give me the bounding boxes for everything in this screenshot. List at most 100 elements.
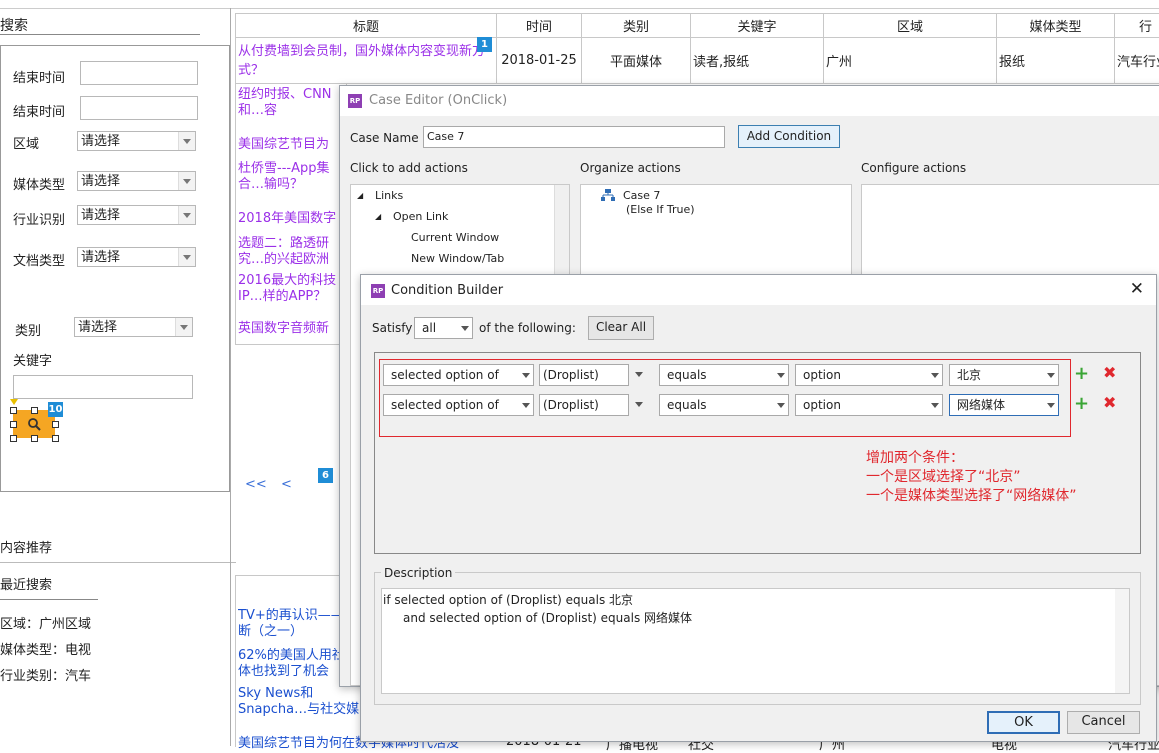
pager-prev[interactable]: < xyxy=(281,477,292,492)
condition-field-select[interactable]: selected option of xyxy=(383,394,534,416)
industry-cell: 汽车行业 xyxy=(1115,38,1159,84)
selection-handle[interactable] xyxy=(52,435,59,442)
recent-search-title: 最近搜索 xyxy=(0,574,52,593)
article-title-link[interactable]: Sky News和Snapcha…与社交媒体更好共生 xyxy=(238,686,360,718)
delete-condition-icon[interactable]: ✖ xyxy=(1103,363,1116,382)
condition-builder-title: Condition Builder xyxy=(391,283,503,298)
column-header[interactable]: 标题 xyxy=(236,14,497,38)
recent-title-underline xyxy=(0,599,98,600)
cancel-button[interactable]: Cancel xyxy=(1067,711,1140,734)
case-tree-icon xyxy=(601,189,615,201)
column-header[interactable]: 行 xyxy=(1115,14,1159,38)
region-label: 区域 xyxy=(13,133,39,152)
doc-type-select[interactable]: 请选择 xyxy=(77,247,196,267)
anchor-marker-icon xyxy=(10,399,18,405)
selection-handle[interactable] xyxy=(10,435,17,442)
condition-operator-select[interactable]: equals xyxy=(659,364,789,386)
condition-builder-titlebar: RP Condition Builder ✕ xyxy=(361,275,1156,305)
column-header[interactable]: 时间 xyxy=(497,14,582,38)
recommend-divider xyxy=(0,562,236,563)
selection-handle[interactable] xyxy=(52,421,59,428)
column-header[interactable]: 类别 xyxy=(582,14,691,38)
clear-all-button[interactable]: Clear All xyxy=(588,316,654,340)
click-to-add-label: Click to add actions xyxy=(350,161,468,175)
column-header[interactable]: 关键字 xyxy=(691,14,824,38)
condition-type-value: option xyxy=(803,368,841,382)
condition-target-select[interactable]: (Droplist) xyxy=(539,394,629,416)
article-title-link[interactable]: 杜侨雪---App集合…输吗？ xyxy=(238,161,342,193)
keyword-cell: 读者,报纸 xyxy=(691,38,824,84)
pager-first[interactable]: << xyxy=(245,477,267,492)
condition-operator-select[interactable]: equals xyxy=(659,394,789,416)
condition-value-select[interactable]: 北京 xyxy=(949,364,1059,386)
industry-label: 行业识别 xyxy=(13,209,65,228)
add-condition-button[interactable]: Add Condition xyxy=(738,125,840,148)
article-title-link[interactable]: 2018年美国数字广… xyxy=(238,207,342,224)
tree-expand-icon[interactable]: ◢ xyxy=(375,212,381,221)
article-title-link[interactable]: 美国综艺节目为何… xyxy=(238,133,342,150)
recent-item[interactable]: 区域：广州区域 xyxy=(0,613,91,632)
column-header[interactable]: 媒体类型 xyxy=(997,14,1115,38)
selection-handle[interactable] xyxy=(31,407,38,414)
tree-item-current-window[interactable]: Current Window xyxy=(411,231,499,244)
close-icon[interactable]: ✕ xyxy=(1130,279,1144,299)
chevron-down-icon[interactable] xyxy=(629,364,649,386)
industry-select[interactable]: 请选择 xyxy=(77,205,196,225)
chevron-down-icon xyxy=(522,373,530,378)
article-title-link[interactable]: 纽约时报、CNN和…容 xyxy=(238,87,342,119)
condition-target-value: (Droplist) xyxy=(543,398,599,412)
chevron-down-icon xyxy=(1047,403,1055,408)
title-column-rows: 纽约时报、CNN和…容 美国综艺节目为何… 杜侨雪---App集合…输吗？ 20… xyxy=(235,84,347,345)
case-editor-titlebar: RP Case Editor (OnClick) xyxy=(340,86,1159,116)
ok-button[interactable]: OK xyxy=(987,711,1060,734)
case-node-condition: (Else If True) xyxy=(626,203,695,216)
selection-handle[interactable] xyxy=(31,435,38,442)
tree-item-new-window[interactable]: New Window/Tab xyxy=(411,252,504,265)
end-time-label-1: 结束时间 xyxy=(13,67,65,86)
media-type-select[interactable]: 请选择 xyxy=(77,171,196,191)
case-node-label[interactable]: Case 7 xyxy=(623,189,660,202)
article-title-link[interactable]: 2016最大的科技IP…样的APP？ xyxy=(238,273,342,305)
condition-field-select[interactable]: selected option of xyxy=(383,364,534,386)
chevron-down-icon[interactable] xyxy=(629,394,649,416)
satisfy-select[interactable]: all xyxy=(414,317,473,339)
description-box[interactable]: if selected option of (Droplist) equals … xyxy=(381,588,1130,694)
tree-expand-icon[interactable]: ◢ xyxy=(357,191,363,200)
tree-item-links[interactable]: Links xyxy=(375,189,403,202)
condition-operator-value: equals xyxy=(667,368,707,382)
condition-builder-dialog: RP Condition Builder ✕ Satisfy all of th… xyxy=(360,274,1157,742)
recent-item[interactable]: 行业类别：汽车 xyxy=(0,665,91,684)
article-title-link[interactable]: 英国数字音频新景… xyxy=(238,317,342,334)
case-name-input[interactable]: Case 7 xyxy=(423,126,725,148)
end-time-input-1[interactable] xyxy=(80,61,198,85)
condition-target-select[interactable]: (Droplist) xyxy=(539,364,629,386)
category-select[interactable]: 请选择 xyxy=(74,317,193,337)
condition-type-select[interactable]: option xyxy=(795,364,943,386)
results-table: 标题 时间 类别 关键字 区域 媒体类型 行 从付费墙到会员制，国外媒体内容变现… xyxy=(235,13,1159,84)
article-title-link[interactable]: 从付费墙到会员制，国外媒体内容变现新方式？ xyxy=(236,38,497,84)
delete-condition-icon[interactable]: ✖ xyxy=(1103,393,1116,412)
add-condition-icon[interactable]: + xyxy=(1074,363,1089,384)
add-condition-icon[interactable]: + xyxy=(1074,393,1089,414)
region-select[interactable]: 请选择 xyxy=(77,131,196,151)
table-header-row: 标题 时间 类别 关键字 区域 媒体类型 行 xyxy=(236,14,1159,38)
end-time-input-2[interactable] xyxy=(80,96,198,120)
axure-rp-icon: RP xyxy=(371,284,385,298)
description-scrollbar[interactable] xyxy=(1115,589,1129,693)
condition-type-select[interactable]: option xyxy=(795,394,943,416)
selection-handle[interactable] xyxy=(10,421,17,428)
chevron-down-icon xyxy=(931,373,939,378)
recent-item[interactable]: 媒体类型：电视 xyxy=(0,639,91,658)
selection-handle[interactable] xyxy=(10,407,17,414)
time-cell: 2018-01-25 xyxy=(497,38,582,84)
column-header[interactable]: 区域 xyxy=(824,14,997,38)
search-title-underline xyxy=(0,34,200,35)
media-cell: 报纸 xyxy=(997,38,1115,84)
chevron-down-icon xyxy=(178,248,195,266)
condition-value-select[interactable]: 网络媒体 xyxy=(949,394,1059,416)
recommend-title: 内容推荐 xyxy=(0,537,52,556)
keyword-input[interactable] xyxy=(13,375,193,399)
tree-item-open-link[interactable]: Open Link xyxy=(393,210,448,223)
description-line-2: and selected option of (Droplist) equals… xyxy=(403,609,692,626)
article-title-link[interactable]: 选题二：路透研究…的兴起欧洲 xyxy=(238,236,342,268)
